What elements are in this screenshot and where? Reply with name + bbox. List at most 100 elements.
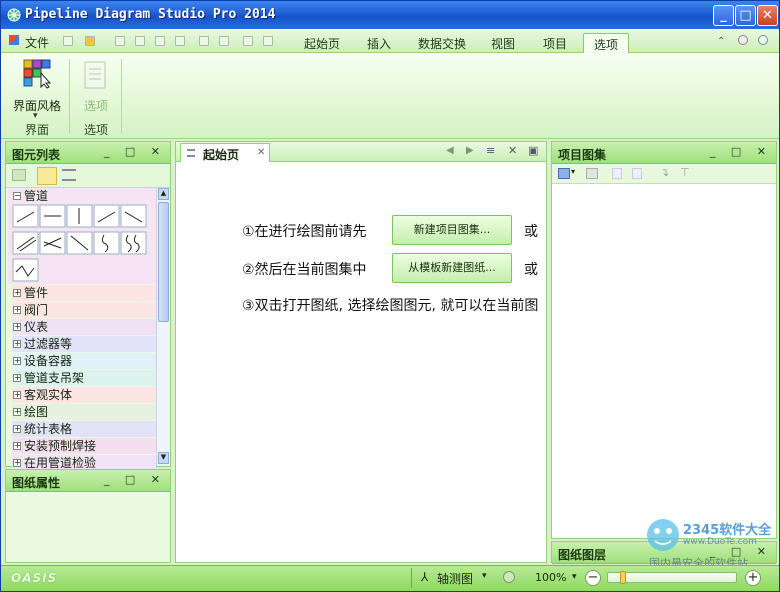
new-icon[interactable] <box>63 36 73 46</box>
zoom-slider-thumb[interactable] <box>620 571 626 584</box>
element-list-header: 图元列表 _ □ ✕ <box>6 142 170 164</box>
snap-icon[interactable] <box>503 571 515 583</box>
title-bar[interactable]: Pipeline Diagram Studio Pro 2014 _ □ ✕ <box>1 1 779 29</box>
tree-node-pipe[interactable]: − 管道 <box>12 188 156 204</box>
refresh-icon[interactable] <box>12 169 26 181</box>
view-mode-dropdown-icon[interactable]: ▾ <box>482 571 487 581</box>
zoom-out-button[interactable]: − <box>585 570 601 586</box>
list-view-icon[interactable] <box>62 169 76 181</box>
zoom-in-button[interactable]: + <box>745 570 761 586</box>
check-icon[interactable] <box>243 36 253 46</box>
zoom-level[interactable]: 100% <box>535 571 566 584</box>
tab-start[interactable]: 起始页 <box>294 33 350 53</box>
zoom-slider[interactable] <box>607 571 737 584</box>
tree-node-label: 管道 <box>24 189 49 203</box>
tab-insert[interactable]: 插入 <box>357 33 401 53</box>
float-doc-icon[interactable]: ▣ <box>528 144 538 157</box>
ribbon-separator <box>121 59 122 133</box>
filter-icon[interactable]: ⊤ <box>680 166 690 179</box>
close-button[interactable]: ✕ <box>757 5 778 26</box>
expand-icon[interactable]: + <box>13 442 21 450</box>
ribbon: 界面风格 ▾ 选项 界面 选项 <box>1 53 779 139</box>
grid-view-icon[interactable] <box>37 167 57 185</box>
expand-icon[interactable]: + <box>13 374 21 382</box>
scroll-up-icon[interactable]: ▲ <box>158 188 169 200</box>
settings-icon[interactable] <box>738 35 748 45</box>
tree-node[interactable]: + 管道支吊架 <box>12 370 156 386</box>
tab-prev-icon[interactable]: ◀ <box>446 145 454 156</box>
watermark-brand: 2345软件大全 <box>683 523 772 538</box>
help-icon[interactable] <box>758 35 768 45</box>
save-all-icon[interactable] <box>135 36 145 46</box>
tab-start-page[interactable]: 起始页 ✕ <box>180 143 270 162</box>
open-atlas-icon[interactable] <box>586 168 598 179</box>
copy-icon[interactable] <box>612 168 622 179</box>
scroll-down-icon[interactable]: ▼ <box>158 452 169 464</box>
options-button[interactable]: 选项 <box>79 57 113 117</box>
view-mode-selector[interactable]: 轴测图 <box>437 570 473 587</box>
or-label: 或 <box>524 262 538 278</box>
tree-node[interactable]: + 仪表 <box>12 319 156 335</box>
expand-icon[interactable]: + <box>13 306 21 314</box>
expand-icon[interactable]: + <box>13 357 21 365</box>
or-label: 或 <box>524 224 538 240</box>
tab-project[interactable]: 项目 <box>533 33 577 53</box>
new-atlas-icon[interactable] <box>558 168 570 179</box>
paste-icon[interactable] <box>632 168 642 179</box>
scroll-thumb[interactable] <box>158 202 169 322</box>
panel-controls[interactable]: _ □ ✕ <box>104 145 166 158</box>
collapse-icon[interactable]: − <box>13 192 21 200</box>
tree-scrollbar[interactable]: ▲ ▼ <box>156 188 169 466</box>
tab-list-icon[interactable]: ≡ <box>486 144 495 157</box>
tab-data-exchange[interactable]: 数据交换 <box>408 33 476 53</box>
check-all-icon[interactable] <box>263 36 273 46</box>
tree-node[interactable]: + 绘图 <box>12 404 156 420</box>
print-icon[interactable] <box>175 36 185 46</box>
new-from-template-button[interactable]: 从模板新建图纸... <box>392 253 512 283</box>
tree-node[interactable]: + 过滤器等 <box>12 336 156 352</box>
expand-icon[interactable]: + <box>13 391 21 399</box>
expand-icon[interactable]: + <box>13 289 21 297</box>
tree-node[interactable]: + 阀门 <box>12 302 156 318</box>
app-window: Pipeline Diagram Studio Pro 2014 _ □ ✕ 文… <box>0 0 780 592</box>
status-bar: OASIS ⅄ 轴测图 ▾ 100% ▾ − + <box>1 565 779 591</box>
new-atlas-dropdown-icon[interactable]: ▾ <box>571 167 575 176</box>
maximize-button[interactable]: □ <box>735 5 756 26</box>
expand-icon[interactable]: + <box>13 340 21 348</box>
file-menu[interactable]: 文件 <box>25 34 49 51</box>
expand-icon[interactable]: + <box>13 408 21 416</box>
expand-icon[interactable]: + <box>13 323 21 331</box>
interface-style-button[interactable]: 界面风格 ▾ <box>13 57 61 121</box>
tree-node[interactable]: + 管件 <box>12 285 156 301</box>
document-area: 起始页 ✕ ◀ ▶ ≡ ✕ ▣ ①在进行绘图前请先 新建项目图集... 或 ②然… <box>175 141 547 563</box>
sort-icon[interactable]: ↴ <box>660 166 669 179</box>
ribbon-tab-bar: 文件 起始页 插入 数据交换 视图 项目 选项 ⌃ <box>1 29 779 53</box>
new-project-atlas-button[interactable]: 新建项目图集... <box>392 215 512 245</box>
tree-node-label: 阀门 <box>24 303 49 317</box>
tab-next-icon[interactable]: ▶ <box>466 145 474 156</box>
expand-icon[interactable]: + <box>13 459 21 467</box>
tab-view[interactable]: 视图 <box>481 33 525 53</box>
open-icon[interactable] <box>85 36 95 46</box>
close-doc-icon[interactable]: ✕ <box>508 144 517 157</box>
tree-node[interactable]: + 统计表格 <box>12 421 156 437</box>
close-tab-icon[interactable]: ✕ <box>257 147 265 158</box>
zoom-dropdown-icon[interactable]: ▾ <box>572 572 577 582</box>
expand-icon[interactable]: + <box>13 425 21 433</box>
watermark: 2345软件大全 www.DuoTe.com 国内最安全的软件站 <box>643 515 777 570</box>
redo-icon[interactable] <box>219 36 229 46</box>
panel-controls[interactable]: _ □ ✕ <box>104 473 166 486</box>
tree-node-label: 仪表 <box>24 320 49 334</box>
tree-node[interactable]: + 客观实体 <box>12 387 156 403</box>
tab-options[interactable]: 选项 <box>583 33 630 53</box>
undo-icon[interactable] <box>199 36 209 46</box>
drawing-properties-title: 图纸属性 <box>12 476 61 490</box>
tree-node[interactable]: + 安装预制焊接 <box>12 438 156 454</box>
collapse-ribbon-icon[interactable]: ⌃ <box>717 36 725 47</box>
start-step-2: ②然后在当前图集中 <box>242 262 367 278</box>
preview-icon[interactable] <box>155 36 165 46</box>
save-icon[interactable] <box>115 36 125 46</box>
tree-node[interactable]: + 设备容器 <box>12 353 156 369</box>
panel-controls[interactable]: _ □ ✕ <box>710 145 772 158</box>
minimize-button[interactable]: _ <box>713 5 734 26</box>
